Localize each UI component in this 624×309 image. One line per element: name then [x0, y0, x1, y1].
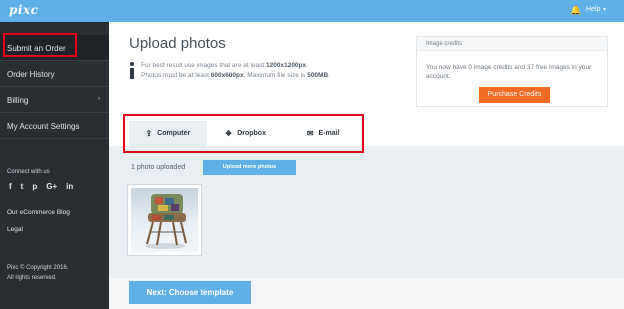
linkedin-icon[interactable]: in: [66, 182, 73, 191]
uploaded-count: 1 photo uploaded: [131, 164, 186, 171]
highlight-box: [3, 33, 77, 57]
copyright-line: All rights reserved.: [7, 275, 57, 281]
bell-icon[interactable]: 🔔: [570, 5, 581, 16]
copyright-line: Pixc © Copyright 2016.: [7, 265, 69, 271]
image-credits-panel: Image credits You now have 0 image credi…: [416, 36, 608, 107]
facebook-icon[interactable]: f: [9, 182, 12, 191]
file-size-hint: Photos must be at least 600x600px. Maxim…: [141, 72, 330, 79]
credits-header: Image credits: [417, 37, 607, 51]
chair-photo: [131, 188, 198, 252]
top-bar: pixc 🔔 Help ▾: [0, 0, 624, 22]
photo-thumbnail[interactable]: [127, 184, 202, 256]
sidebar-item-billing[interactable]: Billing ›: [0, 87, 109, 112]
google-plus-icon[interactable]: G+: [46, 182, 57, 191]
blog-link[interactable]: Our eCommerce Blog: [7, 209, 70, 216]
sidebar-item-order-history[interactable]: Order History: [0, 61, 109, 86]
chevron-right-icon: ›: [98, 96, 100, 102]
page-title: Upload photos: [129, 35, 226, 52]
chevron-down-icon[interactable]: ▾: [603, 6, 606, 13]
upload-more-button[interactable]: Upload more photos: [203, 160, 296, 175]
twitter-icon[interactable]: t: [21, 182, 24, 191]
sidebar: Submit an Order Order History Billing › …: [0, 22, 109, 309]
legal-link[interactable]: Legal: [7, 226, 23, 233]
sidebar-item-label: Billing: [7, 96, 29, 105]
sidebar-item-label: My Account Settings: [7, 122, 80, 131]
image-size-hint: For best result use images that are at l…: [141, 62, 308, 69]
purchase-credits-button[interactable]: Purchase Credits: [479, 87, 550, 103]
social-links: f t p G+ in: [9, 182, 73, 191]
pinterest-icon[interactable]: p: [32, 182, 37, 191]
credits-text: You now have 0 image credits and 37 free…: [426, 64, 592, 80]
app-logo[interactable]: pixc: [9, 3, 38, 17]
next-choose-template-button[interactable]: Next: Choose template: [129, 281, 251, 304]
sidebar-item-account-settings[interactable]: My Account Settings: [0, 113, 109, 138]
copyright: Pixc © Copyright 2016. All rights reserv…: [7, 263, 102, 283]
highlight-box: [123, 114, 364, 153]
connect-label: Connect with us: [7, 169, 50, 175]
help-menu[interactable]: Help: [586, 6, 600, 13]
main-content: Upload photos For best result use images…: [109, 22, 624, 309]
sidebar-item-label: Order History: [7, 70, 55, 79]
info-icon: [128, 62, 136, 80]
divider: [0, 138, 109, 139]
